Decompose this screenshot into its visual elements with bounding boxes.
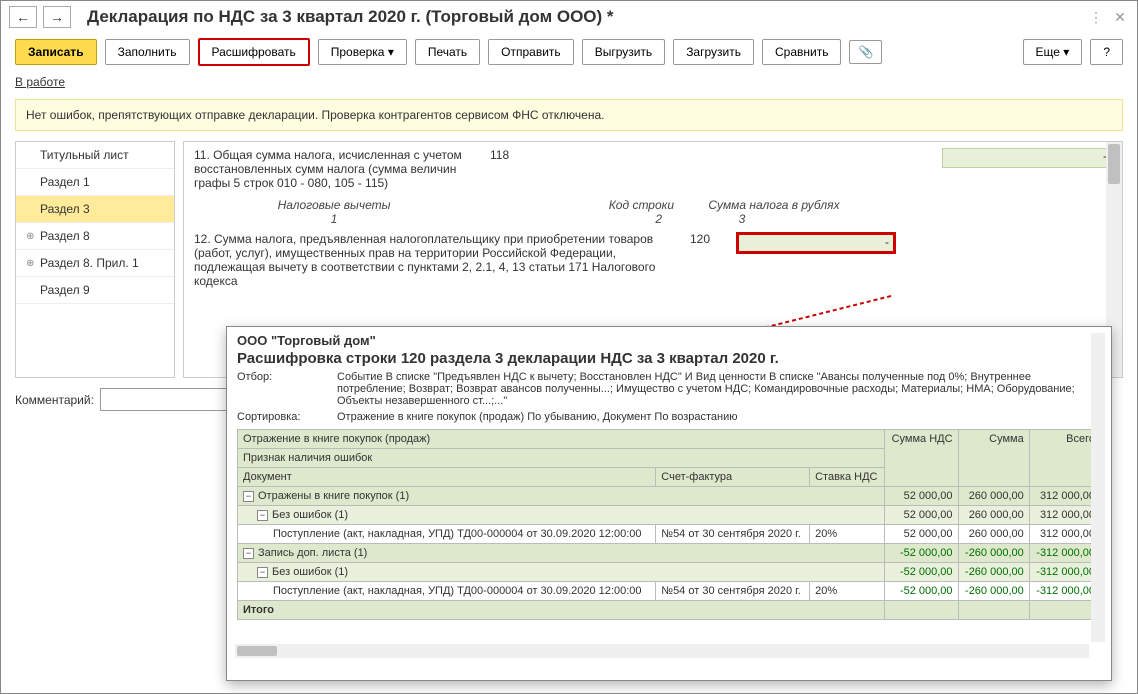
header-sum: Сумма налога в рублях bbox=[674, 198, 874, 212]
attach-button[interactable]: 📎 bbox=[849, 40, 882, 64]
th-errors[interactable]: Признак наличия ошибок bbox=[238, 449, 885, 468]
sidebar-item-section-8-app1[interactable]: ⊕Раздел 8. Прил. 1 bbox=[16, 250, 174, 277]
chevron-down-icon: ▾ bbox=[1063, 45, 1069, 59]
th-doc[interactable]: Документ bbox=[238, 468, 656, 487]
help-button[interactable]: ? bbox=[1090, 39, 1123, 65]
th-reflection[interactable]: Отражение в книге покупок (продаж) bbox=[238, 430, 885, 449]
sidebar-item-section-9[interactable]: Раздел 9 bbox=[16, 277, 174, 304]
sidebar-item-section-1[interactable]: Раздел 1 bbox=[16, 169, 174, 196]
sidebar-item-section-8[interactable]: ⊕Раздел 8 bbox=[16, 223, 174, 250]
table-row[interactable]: Итого bbox=[238, 601, 1101, 620]
header-deductions: Налоговые вычеты bbox=[194, 198, 474, 212]
more-button[interactable]: Еще ▾ bbox=[1023, 39, 1083, 65]
th-total[interactable]: Всего bbox=[1029, 430, 1100, 487]
print-button[interactable]: Печать bbox=[415, 39, 480, 65]
back-button[interactable]: ← bbox=[9, 6, 37, 28]
row-12-text: 12. Сумма налога, предъявленная налогопл… bbox=[194, 232, 664, 288]
table-row[interactable]: Поступление (акт, накладная, УПД) ТД00-0… bbox=[238, 582, 1101, 601]
collapse-icon[interactable]: − bbox=[257, 510, 268, 521]
sections-sidebar: Титульный лист Раздел 1 Раздел 3 ⊕Раздел… bbox=[15, 141, 175, 378]
close-icon[interactable]: ✕ bbox=[1111, 8, 1129, 26]
col-num-3: 3 bbox=[662, 212, 822, 226]
popup-filter-label: Отбор: bbox=[237, 371, 337, 407]
col-num-1: 1 bbox=[194, 212, 474, 226]
chevron-down-icon: ▾ bbox=[388, 45, 394, 59]
popup-vscrollbar[interactable] bbox=[1091, 333, 1105, 642]
row-12-code: 120 bbox=[680, 232, 720, 288]
table-row[interactable]: −Без ошибок (1)52 000,00260 000,00312 00… bbox=[238, 506, 1101, 525]
row-11-code: 118 bbox=[490, 148, 530, 162]
compare-button[interactable]: Сравнить bbox=[762, 39, 841, 65]
paperclip-icon: 📎 bbox=[858, 45, 873, 59]
options-icon[interactable]: ⋮ bbox=[1087, 8, 1105, 26]
toolbar: Записать Заполнить Расшифровать Проверка… bbox=[1, 33, 1137, 71]
sidebar-item-title-page[interactable]: Титульный лист bbox=[16, 142, 174, 169]
row-12-value-input[interactable]: - bbox=[736, 232, 896, 254]
forward-button[interactable]: → bbox=[43, 6, 71, 28]
info-bar: Нет ошибок, препятствующих отправке декл… bbox=[15, 99, 1123, 131]
popup-sort-label: Сортировка: bbox=[237, 411, 337, 423]
collapse-icon[interactable]: − bbox=[243, 491, 254, 502]
table-row[interactable]: −Без ошибок (1)-52 000,00-260 000,00-312… bbox=[238, 563, 1101, 582]
th-sf[interactable]: Счет-фактура bbox=[656, 468, 810, 487]
check-button[interactable]: Проверка ▾ bbox=[318, 39, 407, 65]
popup-hscrollbar[interactable] bbox=[235, 644, 1089, 658]
th-nds[interactable]: Сумма НДС bbox=[885, 430, 959, 487]
comment-label: Комментарий: bbox=[15, 393, 94, 407]
status-link[interactable]: В работе bbox=[15, 75, 65, 89]
sidebar-item-section-3[interactable]: Раздел 3 bbox=[16, 196, 174, 223]
header-code: Код строки bbox=[474, 198, 674, 212]
save-button[interactable]: Записать bbox=[15, 39, 97, 65]
th-rate[interactable]: Ставка НДС bbox=[810, 468, 885, 487]
popup-title: Расшифровка строки 120 раздела 3 деклара… bbox=[237, 350, 1101, 367]
col-num-2: 2 bbox=[474, 212, 662, 226]
collapse-icon[interactable]: − bbox=[257, 567, 268, 578]
expand-icon[interactable]: ⊕ bbox=[26, 231, 36, 242]
import-button[interactable]: Загрузить bbox=[673, 39, 754, 65]
popup-org: ООО "Торговый дом" bbox=[237, 333, 1101, 348]
send-button[interactable]: Отправить bbox=[488, 39, 574, 65]
export-button[interactable]: Выгрузить bbox=[582, 39, 666, 65]
main-window: ← → Декларация по НДС за 3 квартал 2020 … bbox=[0, 0, 1138, 694]
comment-input[interactable] bbox=[100, 388, 240, 411]
expand-icon[interactable]: ⊕ bbox=[26, 258, 36, 269]
decipher-button[interactable]: Расшифровать bbox=[198, 38, 310, 66]
table-row[interactable]: −Отражены в книге покупок (1)52 000,0026… bbox=[238, 487, 1101, 506]
decipher-table: Отражение в книге покупок (продаж) Сумма… bbox=[237, 429, 1101, 620]
popup-sort-value: Отражение в книге покупок (продаж) По уб… bbox=[337, 411, 1101, 423]
fill-button[interactable]: Заполнить bbox=[105, 39, 190, 65]
popup-filter-value: Событие В списке "Предъявлен НДС к вычет… bbox=[337, 371, 1101, 407]
row-11-text: 11. Общая сумма налога, исчисленная с уч… bbox=[194, 148, 474, 190]
status-row: В работе bbox=[1, 71, 1137, 93]
window-header: ← → Декларация по НДС за 3 квартал 2020 … bbox=[1, 1, 1137, 33]
table-row[interactable]: Поступление (акт, накладная, УПД) ТД00-0… bbox=[238, 525, 1101, 544]
th-sum[interactable]: Сумма bbox=[958, 430, 1029, 487]
collapse-icon[interactable]: − bbox=[243, 548, 254, 559]
row-11-value[interactable]: - bbox=[942, 148, 1112, 168]
table-row[interactable]: −Запись доп. листа (1)-52 000,00-260 000… bbox=[238, 544, 1101, 563]
window-title: Декларация по НДС за 3 квартал 2020 г. (… bbox=[87, 7, 1081, 27]
decipher-popup: ООО "Торговый дом" Расшифровка строки 12… bbox=[226, 326, 1112, 681]
